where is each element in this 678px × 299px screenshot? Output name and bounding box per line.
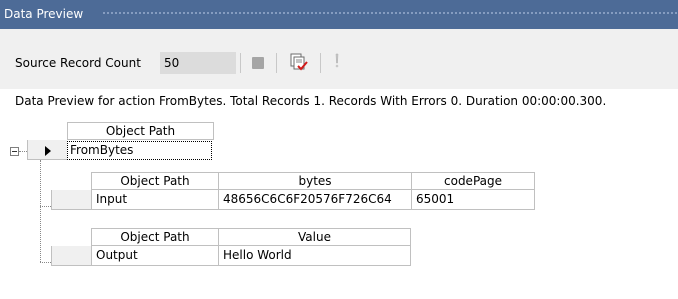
table-cell[interactable]: Hello World xyxy=(218,246,411,266)
column-header[interactable]: Object Path xyxy=(91,172,218,190)
column-header[interactable]: Object Path xyxy=(91,228,218,246)
row-header[interactable] xyxy=(51,246,91,266)
toolbar-separator xyxy=(320,53,321,73)
collapse-icon[interactable] xyxy=(10,147,19,156)
panel-titlebar: Data Preview xyxy=(0,0,678,29)
exclamation-icon[interactable] xyxy=(332,52,342,72)
output-grid: Object Path Value Output Hello World xyxy=(51,228,421,268)
tree-connector xyxy=(40,262,51,263)
column-header[interactable]: Value xyxy=(218,228,411,246)
input-grid: Object Path bytes codePage Input 48656C6… xyxy=(51,172,541,212)
table-cell[interactable]: 48656C6C6F20576F726C64 xyxy=(218,190,411,210)
row-header[interactable] xyxy=(51,190,91,210)
status-text: Data Preview for action FromBytes. Total… xyxy=(15,94,607,108)
tree-connector xyxy=(40,206,51,207)
current-row-arrow-icon xyxy=(45,146,51,156)
tree-connector xyxy=(19,151,27,152)
source-record-count-label: Source Record Count xyxy=(15,56,141,70)
table-cell[interactable]: 65001 xyxy=(411,190,535,210)
panel-title: Data Preview xyxy=(4,7,84,21)
source-record-count-input[interactable] xyxy=(160,52,236,74)
root-row-value[interactable]: FromBytes xyxy=(67,141,212,160)
titlebar-grip[interactable] xyxy=(102,11,678,16)
column-header[interactable]: bytes xyxy=(218,172,411,190)
toolbar-separator xyxy=(276,53,277,73)
table-cell[interactable]: Output xyxy=(91,246,218,266)
check-document-icon[interactable] xyxy=(290,52,308,72)
tree-connector xyxy=(40,160,41,262)
column-header[interactable]: Object Path xyxy=(67,122,214,140)
table-cell[interactable]: Input xyxy=(91,190,218,210)
stop-icon[interactable] xyxy=(252,57,264,69)
toolbar: Source Record Count xyxy=(0,29,678,89)
toolbar-separator xyxy=(240,53,241,73)
column-header[interactable]: codePage xyxy=(411,172,535,190)
